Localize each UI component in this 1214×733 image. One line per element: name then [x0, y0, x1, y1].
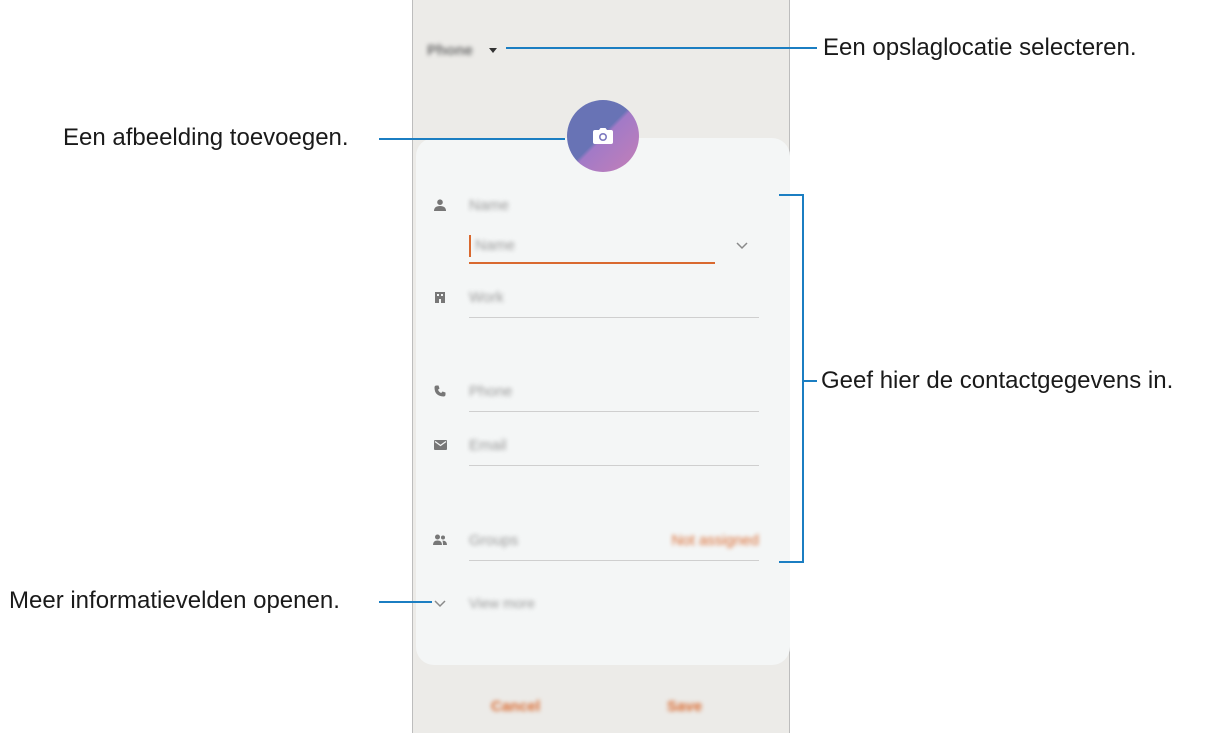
building-icon [433, 290, 447, 304]
name-input-underline [469, 262, 715, 264]
phone-screen: Phone Name Name Work Phone Email Groups … [412, 0, 790, 733]
bracket-line [779, 194, 804, 196]
callout-line [802, 380, 817, 382]
text-cursor [469, 235, 471, 257]
phone-field[interactable]: Phone [413, 372, 791, 412]
email-field[interactable]: Email [413, 426, 791, 466]
storage-location-selector[interactable]: Phone [427, 38, 497, 62]
divider [469, 317, 759, 318]
divider [469, 560, 759, 561]
phone-icon [433, 384, 447, 398]
callout-line [506, 47, 817, 49]
annotation-more-fields: Meer informatievelden openen. [9, 587, 340, 614]
divider [469, 465, 759, 466]
storage-location-label: Phone [427, 41, 473, 59]
chevron-down-icon[interactable] [735, 240, 749, 250]
chevron-down-icon [434, 600, 446, 608]
phone-label: Phone [469, 383, 513, 400]
groups-label: Groups [469, 532, 519, 549]
view-more-button[interactable]: View more [433, 590, 535, 616]
bracket-line [779, 561, 804, 563]
save-button[interactable]: Save [667, 698, 702, 715]
email-label: Email [469, 437, 507, 454]
annotation-image: Een afbeelding toevoegen. [63, 124, 349, 151]
name-placeholder: Name [475, 237, 516, 254]
callout-line [379, 138, 565, 140]
view-more-label: View more [469, 595, 535, 611]
name-label: Name [469, 197, 510, 214]
bracket-line [802, 194, 804, 563]
person-icon [433, 198, 447, 212]
add-photo-button[interactable] [567, 100, 639, 172]
work-field[interactable]: Work [413, 278, 791, 318]
groups-field[interactable]: Groups Not assigned [413, 521, 791, 561]
name-input[interactable]: Name [469, 228, 715, 264]
annotation-storage: Een opslaglocatie selecteren. [823, 34, 1137, 61]
camera-icon [593, 128, 613, 144]
group-icon [433, 533, 447, 547]
groups-value: Not assigned [671, 532, 759, 549]
callout-line [379, 601, 432, 603]
cancel-button[interactable]: Cancel [491, 698, 540, 715]
annotation-contact-info: Geef hier de contactgegevens in. [821, 367, 1174, 394]
name-row: Name [413, 186, 791, 226]
dropdown-caret-icon [488, 47, 497, 53]
email-icon [433, 438, 447, 452]
divider [469, 411, 759, 412]
work-label: Work [469, 289, 504, 306]
